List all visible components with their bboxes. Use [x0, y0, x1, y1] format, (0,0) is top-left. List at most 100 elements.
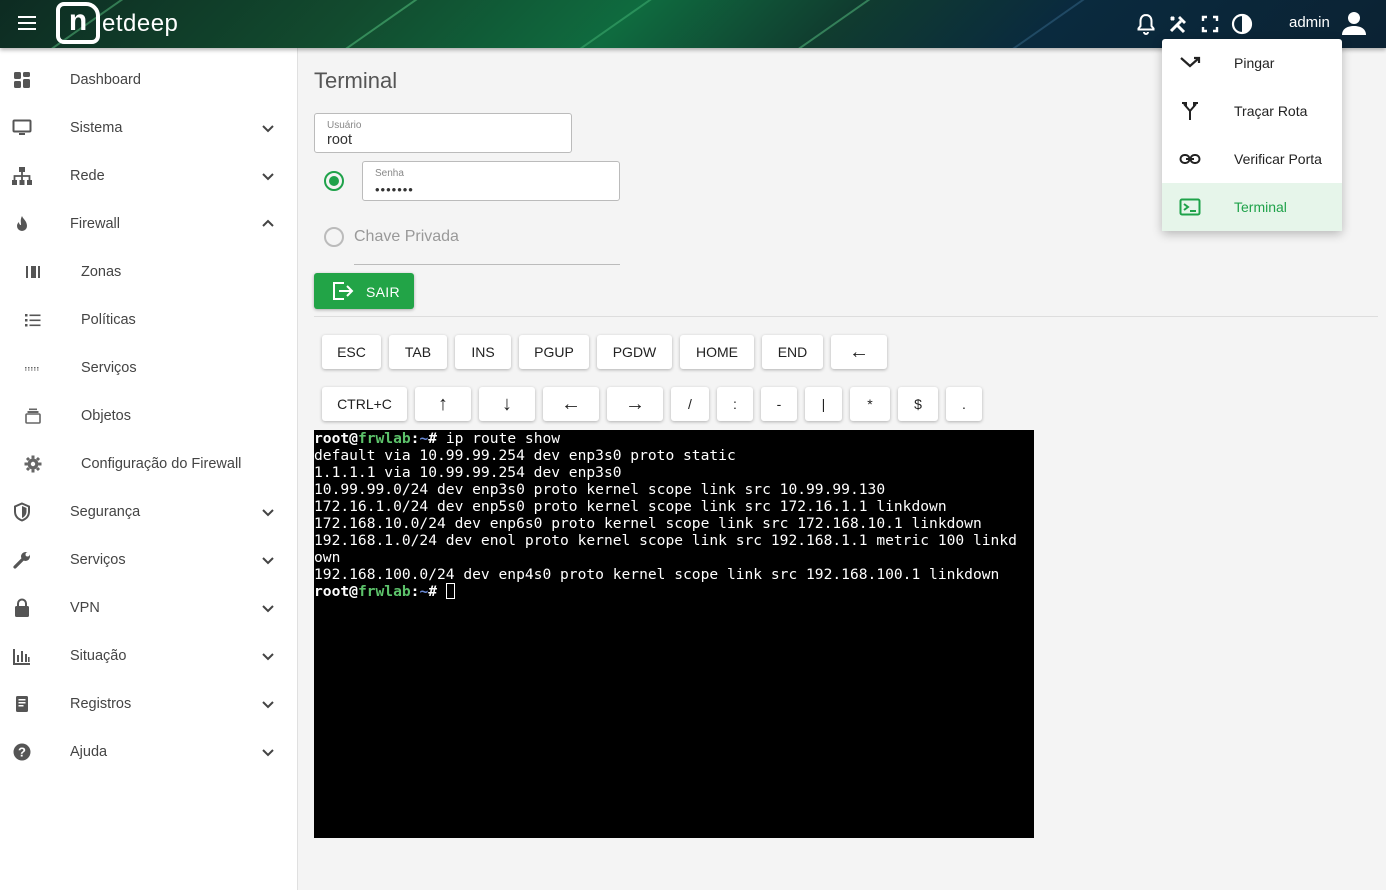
- key-dollar[interactable]: $: [898, 387, 938, 421]
- key-backspace[interactable]: ←: [831, 335, 887, 369]
- sidebar-item-servicos-firewall[interactable]: Serviços: [0, 344, 297, 392]
- chevron-down-icon: [262, 653, 274, 661]
- sidebar-item-label: VPN: [70, 600, 100, 616]
- account-icon[interactable]: [1341, 10, 1367, 36]
- sidebar-item-dashboard[interactable]: Dashboard: [0, 56, 297, 104]
- senha-value: •••••••: [375, 182, 414, 197]
- key-pgdw[interactable]: PGDW: [597, 335, 672, 369]
- chevron-down-icon: [262, 701, 274, 709]
- menu-item-pingar[interactable]: Pingar: [1162, 39, 1342, 87]
- sidebar-item-configuracao-firewall[interactable]: Configuração do Firewall: [0, 440, 297, 488]
- sidebar-item-vpn[interactable]: VPN: [0, 584, 297, 632]
- brand-logo[interactable]: n etdeep: [56, 2, 178, 44]
- list-icon: [25, 314, 41, 327]
- sidebar-item-situacao[interactable]: Situação: [0, 632, 297, 680]
- sidebar-item-label: Dashboard: [70, 72, 141, 88]
- menu-item-verificar-porta[interactable]: Verificar Porta: [1162, 135, 1342, 183]
- sair-button[interactable]: SAIR: [314, 273, 414, 309]
- usuario-field[interactable]: Usuário root: [314, 113, 572, 153]
- terminal-output-line: 192.168.1.0/24 dev enol proto kernel sco…: [314, 532, 1017, 549]
- svg-text:?: ?: [18, 745, 26, 760]
- ping-icon: [1180, 56, 1201, 68]
- zones-icon: [26, 266, 40, 278]
- key-esc[interactable]: ESC: [322, 335, 381, 369]
- sidebar-item-sistema[interactable]: Sistema: [0, 104, 297, 152]
- usuario-label: Usuário: [327, 120, 362, 131]
- key-arrow-down[interactable]: ↓: [479, 387, 535, 421]
- shield-icon: [14, 502, 30, 522]
- key-end[interactable]: END: [762, 335, 823, 369]
- terminal-console[interactable]: root@frwlab:~# ip route show default via…: [314, 430, 1034, 838]
- sidebar-item-zonas[interactable]: Zonas: [0, 248, 297, 296]
- chevron-down-icon: [262, 605, 274, 613]
- sidebar-item-politicas[interactable]: Políticas: [0, 296, 297, 344]
- sidebar-item-ajuda[interactable]: ? Ajuda: [0, 728, 297, 776]
- menu-item-label: Terminal: [1234, 199, 1287, 215]
- sidebar-item-label: Configuração do Firewall: [81, 456, 242, 472]
- sidebar-item-registros[interactable]: Registros: [0, 680, 297, 728]
- network-icon: [12, 167, 32, 185]
- key-asterisk[interactable]: *: [850, 387, 890, 421]
- contrast-icon[interactable]: [1230, 12, 1254, 36]
- tools-dropdown-menu: Pingar Traçar Rota Verificar Porta Termi…: [1162, 39, 1342, 231]
- terminal-output-line: 172.168.10.0/24 dev enp6s0 proto kernel …: [314, 515, 982, 532]
- sidebar-item-label: Políticas: [81, 312, 136, 328]
- chave-privada-input-line[interactable]: [354, 264, 620, 265]
- chave-privada-radio[interactable]: [324, 227, 344, 247]
- senha-radio[interactable]: [324, 171, 344, 191]
- terminal-prompt-line: root@frwlab:~# ip route show: [314, 430, 561, 447]
- sidebar-item-servicos[interactable]: Serviços: [0, 536, 297, 584]
- sidebar-item-rede[interactable]: Rede: [0, 152, 297, 200]
- senha-field[interactable]: Senha •••••••: [362, 161, 620, 201]
- header-decoration: [299, 0, 465, 48]
- monitor-icon: [12, 119, 32, 135]
- tools-icon[interactable]: [1166, 12, 1190, 36]
- sair-label: SAIR: [366, 284, 400, 300]
- menu-item-tracar-rota[interactable]: Traçar Rota: [1162, 87, 1342, 135]
- user-name[interactable]: admin: [1289, 14, 1330, 31]
- sidebar-item-firewall[interactable]: Firewall: [0, 200, 297, 248]
- help-icon: ?: [13, 743, 31, 761]
- chevron-down-icon: [262, 749, 274, 757]
- key-pipe[interactable]: |: [805, 387, 842, 421]
- key-ins[interactable]: INS: [455, 335, 511, 369]
- bell-icon[interactable]: [1134, 12, 1158, 36]
- chave-privada-label[interactable]: Chave Privada: [354, 228, 459, 246]
- key-colon[interactable]: :: [717, 387, 753, 421]
- divider: [314, 316, 1378, 317]
- header-decoration: [519, 0, 701, 48]
- sidebar-item-label: Objetos: [81, 408, 131, 424]
- key-dot[interactable]: .: [946, 387, 982, 421]
- sidebar-item-objetos[interactable]: Objetos: [0, 392, 297, 440]
- key-home[interactable]: HOME: [680, 335, 754, 369]
- key-ctrl-c[interactable]: CTRL+C: [322, 387, 407, 421]
- chart-icon: [13, 649, 30, 665]
- menu-item-terminal[interactable]: Terminal: [1162, 183, 1342, 231]
- menu-icon[interactable]: [14, 12, 40, 36]
- senha-label: Senha: [375, 168, 404, 179]
- key-pgup[interactable]: PGUP: [519, 335, 589, 369]
- fullscreen-icon[interactable]: [1198, 12, 1222, 36]
- key-tab[interactable]: TAB: [389, 335, 447, 369]
- key-slash[interactable]: /: [671, 387, 709, 421]
- key-minus[interactable]: -: [761, 387, 797, 421]
- header-decoration: [759, 0, 909, 48]
- key-arrow-left[interactable]: ←: [543, 387, 599, 421]
- key-arrow-up[interactable]: ↑: [415, 387, 471, 421]
- sidebar-item-label: Rede: [70, 168, 105, 184]
- terminal-output-line: 192.168.100.0/24 dev enp4s0 proto kernel…: [314, 566, 1000, 583]
- sidebar-item-seguranca[interactable]: Segurança: [0, 488, 297, 536]
- sidebar-item-label: Sistema: [70, 120, 123, 136]
- terminal-prompt-line: root@frwlab:~#: [314, 583, 455, 600]
- sidebar-item-label: Segurança: [70, 504, 141, 520]
- key-arrow-right[interactable]: →: [607, 387, 663, 421]
- lock-icon: [15, 598, 29, 617]
- terminal-output-line: 172.16.1.0/24 dev enp5s0 proto kernel sc…: [314, 498, 947, 515]
- chevron-up-icon: [262, 219, 274, 227]
- sidebar-item-label: Zonas: [81, 264, 122, 280]
- sidebar-item-label: Situação: [70, 648, 127, 664]
- terminal-output-line: default via 10.99.99.254 dev enp3s0 prot…: [314, 447, 736, 464]
- wrench-icon: [13, 552, 30, 569]
- usuario-value: root: [327, 132, 352, 148]
- menu-item-label: Traçar Rota: [1234, 103, 1308, 119]
